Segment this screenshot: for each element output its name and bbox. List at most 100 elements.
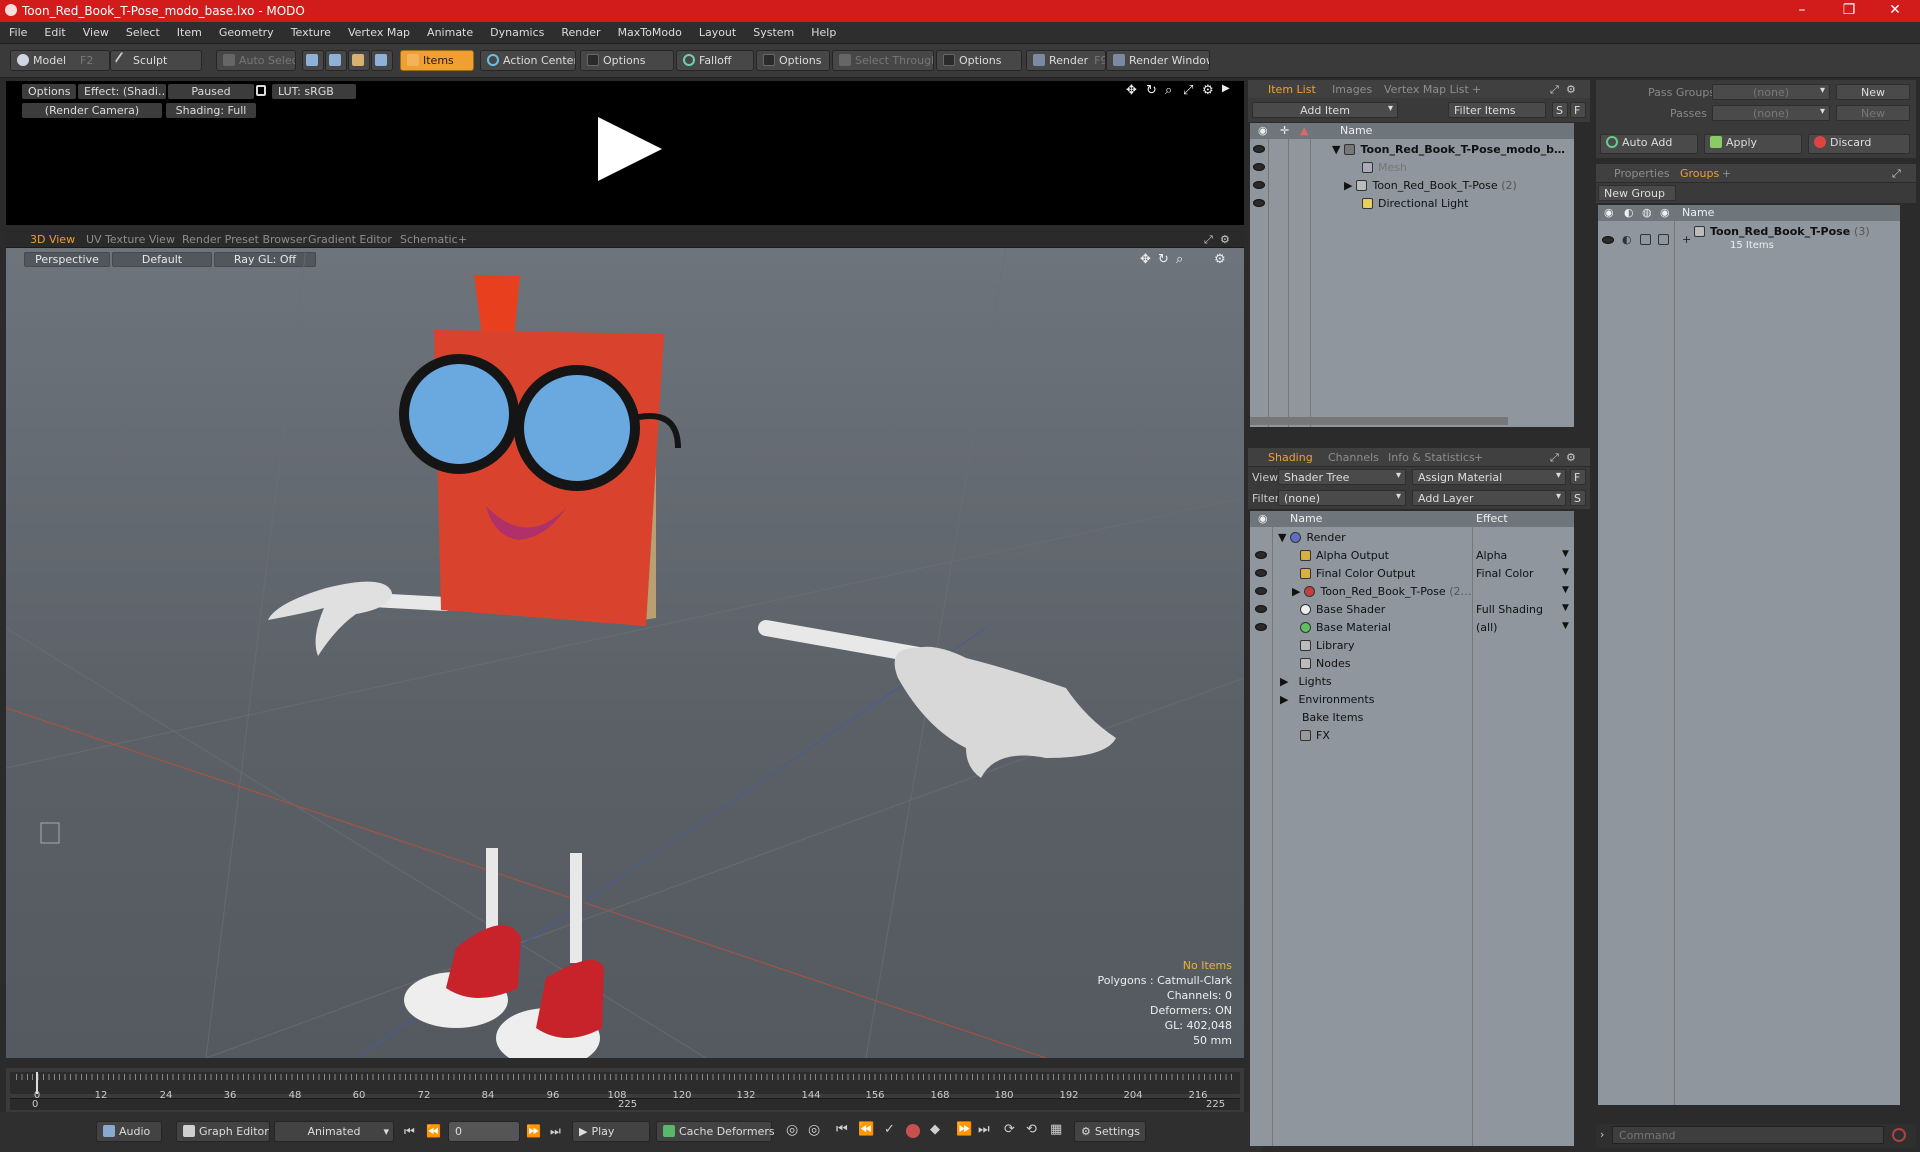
chevron-down-icon[interactable]: ▼ [1562, 621, 1569, 631]
maximize-icon[interactable]: ⤢ [1546, 450, 1563, 466]
render-window-button[interactable]: Render Window [1106, 50, 1210, 71]
shader-row-nodes[interactable]: Nodes [1300, 657, 1350, 670]
visibility-icon[interactable] [1253, 163, 1265, 171]
auto-select-button[interactable]: Auto Select [216, 50, 296, 71]
tab-3d-view[interactable]: 3D View [26, 232, 79, 247]
select-through-button[interactable]: Select Through [832, 50, 934, 71]
shader-row-final-color-output[interactable]: Final Color Output [1300, 567, 1415, 580]
sync-icon[interactable]: ⟲ [1026, 1122, 1037, 1137]
visibility-icon[interactable] [1253, 181, 1265, 189]
shader-row-render[interactable]: ▼ Render [1278, 531, 1346, 544]
menu-vertex-map[interactable]: Vertex Map [339, 22, 418, 39]
shading-s-button[interactable]: S [1570, 490, 1586, 506]
select-checkbox[interactable] [1658, 234, 1669, 245]
filter-s-button[interactable]: S [1552, 102, 1568, 118]
command-input[interactable] [1612, 1126, 1884, 1144]
apply-button[interactable]: Apply [1704, 134, 1802, 154]
chevron-down-icon[interactable]: ▼ [1562, 567, 1569, 577]
shader-row-lights[interactable]: ▶ Lights [1280, 675, 1332, 688]
range-bar[interactable]: 0 225 225 [10, 1098, 1240, 1110]
add-tab-button[interactable]: + [454, 232, 471, 247]
assign-material-dropdown[interactable]: Assign Material [1412, 469, 1566, 485]
gear-icon[interactable]: ⚙ [1562, 450, 1580, 465]
lock-icon[interactable] [256, 85, 266, 96]
audio-button[interactable]: Audio [96, 1121, 162, 1142]
shader-row-base-material[interactable]: Base Material [1300, 621, 1391, 634]
restore-icon[interactable]: ❐ [1834, 2, 1864, 18]
shader-row-fx[interactable]: FX [1300, 729, 1330, 742]
lock-checkbox[interactable] [1640, 234, 1651, 245]
visibility-icon[interactable] [1253, 199, 1265, 207]
item-list-tree[interactable]: ◉ ✛ ▲ Name ▼ Toon_Red_Book_T-Pose_modo_b…… [1250, 123, 1574, 427]
settings-button[interactable]: ⚙ Settings [1074, 1121, 1146, 1142]
chevron-down-icon[interactable]: ▼ [1562, 585, 1569, 595]
preview-options-button[interactable]: Options [22, 84, 76, 99]
key-set-icon[interactable]: ◆ [930, 1122, 940, 1137]
chevron-down-icon[interactable]: ▼ [1562, 549, 1569, 559]
maximize-icon[interactable]: ⤢ [1546, 82, 1563, 98]
menu-maxtomodo[interactable]: MaxToModo [609, 22, 690, 39]
maximize-icon[interactable]: ⤢ [1200, 232, 1217, 248]
effect-dropdown[interactable]: Full Shading [1476, 603, 1543, 616]
items-mode-button[interactable]: Items [400, 50, 474, 71]
new-group-button[interactable]: New Group [1598, 185, 1676, 201]
rewind-icon[interactable]: ⏮ [836, 1122, 848, 1137]
shader-row-material-group[interactable]: ▶ Toon_Red_Book_T-Pose (2… [1292, 585, 1471, 598]
shading-dropdown[interactable]: Shading: Full [166, 103, 256, 118]
tab-uv-texture-view[interactable]: UV Texture View [82, 232, 179, 247]
new-pass-button[interactable]: New [1836, 105, 1910, 121]
filter-items-field[interactable]: Filter Items [1448, 102, 1546, 118]
preview-paused-button[interactable]: Paused [168, 84, 254, 99]
zoom-icon[interactable]: ⌕ [1165, 83, 1172, 98]
visibility-icon[interactable] [1255, 587, 1267, 595]
grid-icon[interactable]: ▦ [1050, 1122, 1062, 1137]
effect-dropdown[interactable]: Alpha [1476, 549, 1507, 562]
arrow-right-icon[interactable]: ▶ [1222, 83, 1230, 94]
graph-editor-button[interactable]: Graph Editor [176, 1121, 270, 1142]
model-mode-button[interactable]: Model F2 [10, 50, 110, 71]
visibility-icon[interactable] [1255, 605, 1267, 613]
menu-layout[interactable]: Layout [690, 22, 744, 39]
shader-row-bake-items[interactable]: Bake Items [1302, 711, 1363, 724]
tab-schematic[interactable]: Schematic [396, 232, 462, 247]
select-through-options-button[interactable]: Options [936, 50, 1022, 71]
first-frame-icon[interactable]: ⏮ [404, 1124, 415, 1139]
visibility-icon[interactable] [1253, 145, 1265, 153]
menu-file[interactable]: File [0, 22, 35, 39]
tab-vertex-map-list[interactable]: Vertex Map List [1380, 82, 1473, 97]
falloff-button[interactable]: Falloff [676, 50, 754, 71]
shader-tree[interactable]: ◉ Name Effect ▼ Render Alpha Output Alpha… [1250, 511, 1574, 1146]
falloff-options-button[interactable]: Options [756, 50, 830, 71]
move-icon[interactable]: ✥ [1126, 83, 1137, 98]
loop-icon[interactable]: ⟳ [1004, 1122, 1015, 1137]
tab-info-statistics[interactable]: Info & Statistics [1384, 450, 1479, 465]
vertices-select-button[interactable] [302, 50, 324, 71]
step-back-icon[interactable]: ⏪ [858, 1122, 874, 1137]
add-layer-dropdown[interactable]: Add Layer [1412, 490, 1566, 506]
key-toggle-icon[interactable]: ✓ [884, 1122, 895, 1137]
filter-dropdown[interactable]: (none) [1278, 490, 1406, 506]
maximize-icon[interactable]: ⤢ [1888, 166, 1905, 182]
timeline-ruler[interactable]: 0 12 24 36 48 60 72 84 96 108 120 132 14… [10, 1072, 1240, 1101]
tab-shading[interactable]: Shading [1264, 450, 1317, 465]
add-tab-button[interactable]: + [1468, 82, 1485, 97]
menu-system[interactable]: System [744, 22, 802, 39]
menu-edit[interactable]: Edit [35, 22, 73, 39]
menu-texture[interactable]: Texture [282, 22, 339, 39]
action-center-button[interactable]: Action Center [480, 50, 576, 71]
add-tab-button[interactable]: + [1470, 450, 1487, 465]
gear-icon[interactable]: ⚙ [1216, 232, 1234, 247]
record-icon[interactable] [906, 1124, 920, 1138]
list-item[interactable]: ▶ Toon_Red_Book_T-Pose (2) [1344, 179, 1517, 192]
effect-dropdown[interactable]: (all) [1476, 621, 1497, 634]
menu-dynamics[interactable]: Dynamics [481, 22, 552, 39]
edges-select-button[interactable] [325, 50, 347, 71]
groups-tree[interactable]: ◉ ◐ ◍ ◉ Name ◐ + Toon_Red_Book_T-Pose (3… [1598, 205, 1900, 1105]
preview-effect-dropdown[interactable]: Effect: (Shadi… [78, 84, 166, 99]
add-tab-button[interactable]: + [1718, 166, 1735, 181]
shader-row-alpha-output[interactable]: Alpha Output [1300, 549, 1389, 562]
new-pass-group-button[interactable]: New [1836, 84, 1910, 100]
list-item[interactable]: Mesh [1362, 161, 1407, 174]
gear-icon[interactable]: ⚙ [1202, 83, 1214, 98]
shader-row-environments[interactable]: ▶ Environments [1280, 693, 1374, 706]
